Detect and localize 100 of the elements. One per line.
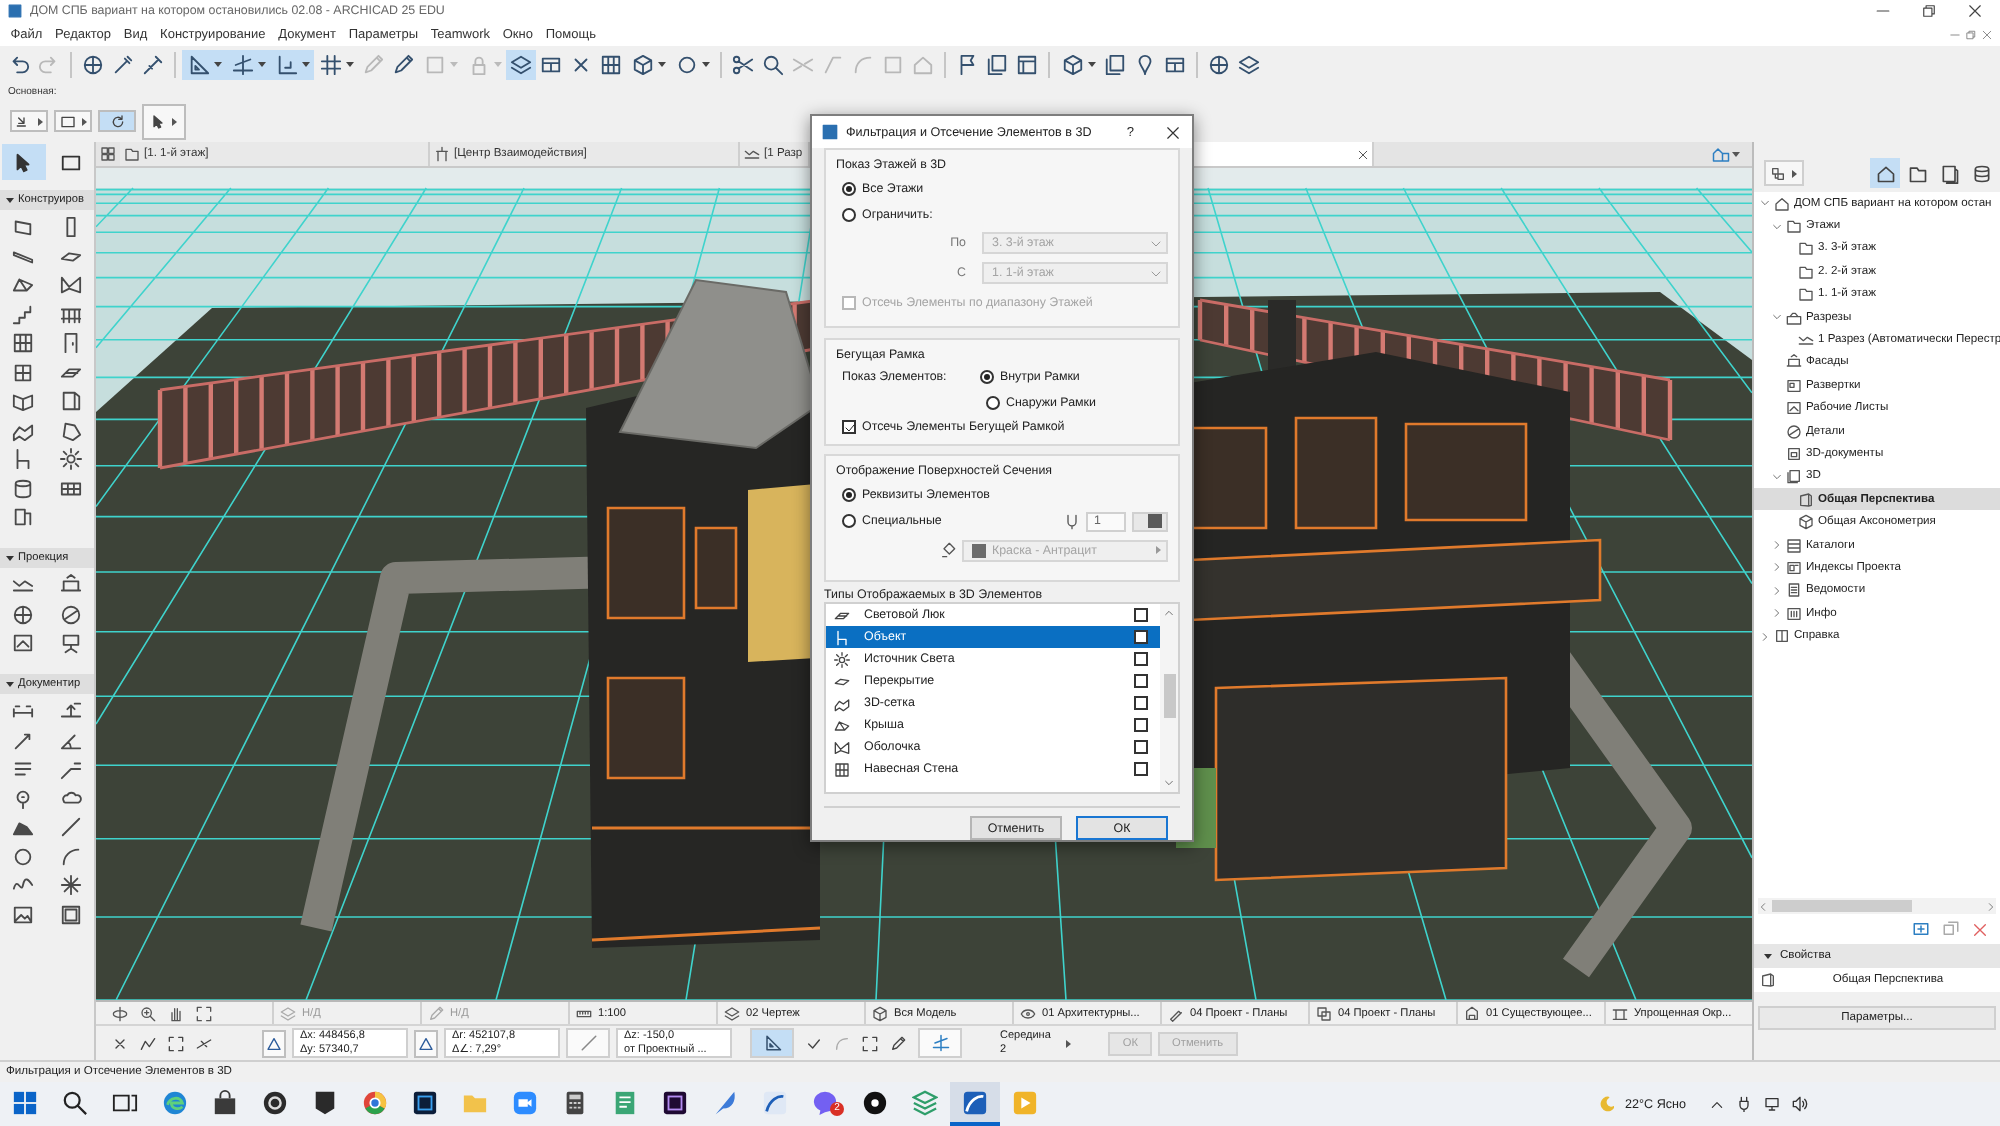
radio-button[interactable] xyxy=(980,370,994,385)
guide-tile[interactable] xyxy=(918,1028,962,1058)
scrollbar-thumb[interactable] xyxy=(1163,674,1175,718)
chair-icon[interactable] xyxy=(12,448,35,470)
diagonal-arrow-icon[interactable] xyxy=(12,729,35,751)
angle-icon[interactable] xyxy=(59,729,82,751)
color-picker-button[interactable] xyxy=(1132,511,1168,531)
cross-icon[interactable] xyxy=(112,1035,128,1051)
palette-button[interactable] xyxy=(10,110,48,132)
toolbar-button[interactable] xyxy=(982,49,1012,79)
railing-icon[interactable] xyxy=(59,303,82,325)
chevron-right-icon[interactable] xyxy=(1759,631,1769,642)
chevron-down-icon[interactable] xyxy=(1759,198,1769,209)
minimize-icon[interactable] xyxy=(1876,4,1890,18)
pentagon-icon[interactable] xyxy=(59,419,82,441)
arc-icon[interactable] xyxy=(59,845,82,867)
radio-button[interactable] xyxy=(986,395,1000,410)
corner-frame-icon[interactable] xyxy=(196,1005,212,1021)
close-icon[interactable] xyxy=(1166,125,1180,139)
corner-frame-icon[interactable] xyxy=(168,1035,184,1051)
chevron-box-icon[interactable] xyxy=(12,632,35,654)
speaker-icon[interactable] xyxy=(1792,1096,1808,1112)
checkmark-icon[interactable] xyxy=(806,1035,822,1051)
roof-icon[interactable] xyxy=(12,274,35,296)
horizontal-scrollbar[interactable] xyxy=(1758,898,1996,914)
radio-button[interactable] xyxy=(842,182,856,196)
line-icon[interactable] xyxy=(59,816,82,838)
checkbox[interactable] xyxy=(1134,608,1148,622)
leader-line-icon[interactable] xyxy=(59,758,82,780)
folded-panel-icon[interactable] xyxy=(12,390,35,412)
vertical-bars-icon[interactable] xyxy=(168,1005,184,1021)
vertical-scrollbar[interactable] xyxy=(1160,604,1178,792)
restore-icon[interactable] xyxy=(1966,29,1976,39)
toolbar-button[interactable] xyxy=(182,49,226,79)
chevron-right-icon[interactable] xyxy=(1771,562,1781,573)
image-icon[interactable] xyxy=(12,903,35,925)
delta-toggle[interactable] xyxy=(262,1029,286,1057)
easel-icon[interactable] xyxy=(59,632,82,654)
close-icon[interactable] xyxy=(1358,149,1368,159)
view-settings-button[interactable] xyxy=(1764,160,1804,186)
radio-button[interactable] xyxy=(842,488,856,502)
orbit-icon[interactable] xyxy=(112,1005,128,1021)
door-panel-icon[interactable] xyxy=(59,390,82,412)
checkbox[interactable] xyxy=(1134,630,1148,644)
tab-grid-icon[interactable] xyxy=(100,146,116,162)
fill-polygon-icon[interactable] xyxy=(12,816,35,838)
level-marker-icon[interactable] xyxy=(59,700,82,722)
map-button[interactable] xyxy=(1870,158,1900,188)
checkbox[interactable] xyxy=(1134,718,1148,732)
snap-mode-tile[interactable] xyxy=(750,1028,794,1058)
pen-icon[interactable] xyxy=(890,1035,906,1051)
checkbox[interactable] xyxy=(842,420,856,435)
asterisk-icon[interactable] xyxy=(59,874,82,896)
checkbox[interactable] xyxy=(1134,740,1148,754)
checkbox[interactable] xyxy=(1134,674,1148,688)
palette-button[interactable] xyxy=(98,110,136,132)
zigzag-line-icon[interactable] xyxy=(12,574,35,596)
toolbar-button[interactable] xyxy=(1100,49,1130,79)
grid-window-icon[interactable] xyxy=(12,332,35,354)
polyline-icon[interactable] xyxy=(140,1035,156,1051)
line-tool-tile[interactable] xyxy=(566,1028,610,1058)
tool-button[interactable] xyxy=(2,144,45,180)
panel-grid-icon[interactable] xyxy=(59,477,82,499)
toolbar-button[interactable] xyxy=(506,49,536,79)
quadrilateral-icon[interactable] xyxy=(12,216,35,238)
palette-button[interactable] xyxy=(142,103,186,139)
plug-icon[interactable] xyxy=(1736,1096,1752,1112)
two-blocks-icon[interactable] xyxy=(12,506,35,528)
restore-icon[interactable] xyxy=(1922,4,1936,18)
monitor-icon[interactable] xyxy=(1764,1096,1780,1112)
door-icon[interactable] xyxy=(59,332,82,354)
chevron-down-icon[interactable] xyxy=(1771,312,1781,323)
palette-button[interactable] xyxy=(54,110,92,132)
radio-button[interactable] xyxy=(842,208,856,222)
delta-toggle[interactable] xyxy=(414,1029,438,1057)
line-cross-icon[interactable] xyxy=(196,1035,212,1051)
stair-icon[interactable] xyxy=(12,303,35,325)
text-lines-icon[interactable] xyxy=(12,758,35,780)
marker-icon[interactable] xyxy=(12,787,35,809)
cloud-icon[interactable] xyxy=(59,787,82,809)
mesh-icon[interactable] xyxy=(12,419,35,441)
cylinder-icon[interactable] xyxy=(12,477,35,499)
zoom-in-icon[interactable] xyxy=(140,1005,156,1021)
chevron-down-icon[interactable] xyxy=(1771,471,1781,482)
checkbox[interactable] xyxy=(1134,652,1148,666)
plus-box-icon[interactable] xyxy=(1912,920,1930,938)
radio-button[interactable] xyxy=(842,514,856,528)
scrollbar-thumb[interactable] xyxy=(1772,900,1912,912)
chevron-right-icon[interactable] xyxy=(1771,540,1781,551)
house-front-icon[interactable] xyxy=(59,574,82,596)
sun-icon[interactable] xyxy=(59,448,82,470)
window-pane-icon[interactable] xyxy=(12,361,35,383)
chevron-right-icon[interactable] xyxy=(1771,608,1781,619)
buildings-icon[interactable] xyxy=(1712,145,1730,163)
delete-icon[interactable] xyxy=(1972,921,1988,937)
toolbar-button[interactable] xyxy=(270,49,314,79)
checkbox[interactable] xyxy=(1134,762,1148,776)
corner-frame-icon[interactable] xyxy=(862,1035,878,1051)
frame-icon[interactable] xyxy=(59,903,82,925)
checkbox[interactable] xyxy=(1134,696,1148,710)
